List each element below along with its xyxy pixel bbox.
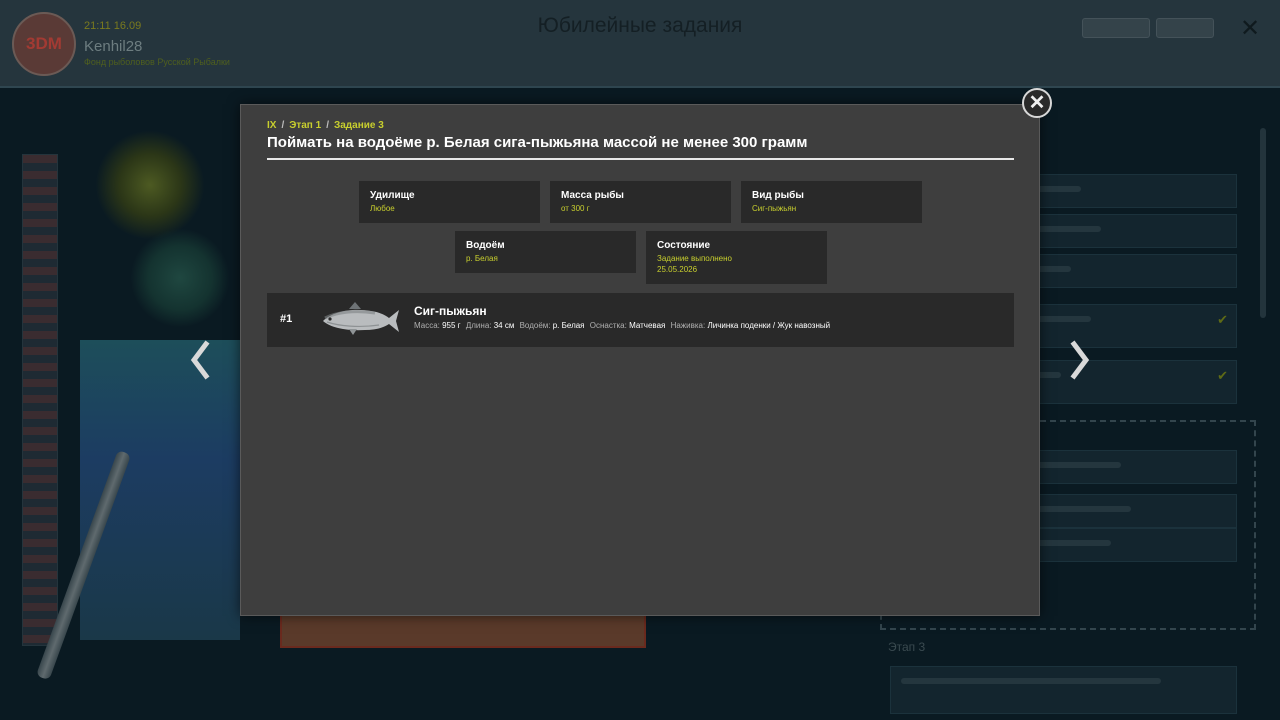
- breadcrumb-separator: /: [281, 120, 285, 131]
- status-label: Состояние: [657, 240, 711, 251]
- breadcrumb-item[interactable]: Задание 3: [334, 120, 384, 131]
- check-icon: ✔: [1217, 368, 1228, 383]
- firework-decoration: [95, 130, 205, 240]
- chevron-right-icon: [1070, 340, 1090, 380]
- water-value: р. Белая: [552, 321, 585, 330]
- close-icon: ✕: [1028, 92, 1046, 114]
- water-info-box: Водоём р. Белая: [455, 231, 636, 273]
- fish-mass-label: Масса рыбы: [561, 190, 624, 201]
- mass-value: 955 г: [442, 321, 461, 330]
- background-scrollbar: [1260, 128, 1266, 318]
- breadcrumb-item[interactable]: IX: [267, 120, 276, 131]
- background-top-bar: 3DM 21:11 16.09 Kenhil28 Фонд рыболовов …: [0, 0, 1280, 88]
- divider: [267, 158, 1014, 160]
- length-label: Длина:: [465, 321, 492, 330]
- list-item: [890, 666, 1237, 714]
- stage-label: Этап 3: [888, 640, 926, 654]
- username: Kenhil28: [84, 38, 143, 55]
- bait-value: Личинка поденки / Жук навозный: [707, 321, 831, 330]
- rod-value: Любое: [370, 204, 395, 213]
- background-banner: [22, 154, 58, 646]
- previous-task-button[interactable]: [186, 338, 216, 382]
- fish-type-label: Вид рыбы: [752, 190, 804, 201]
- user-subtitle: Фонд рыболовов Русской Рыбалки: [84, 57, 230, 67]
- status-value: Задание выполнено: [657, 254, 732, 263]
- fish-mass-value: от 300 г: [561, 204, 590, 213]
- rod-info-box: Удилище Любое: [359, 181, 540, 223]
- next-task-button[interactable]: [1064, 338, 1094, 382]
- status-info-box: Состояние Задание выполнено 25.05.2026: [646, 231, 827, 284]
- water-value: р. Белая: [466, 254, 498, 263]
- fish-mass-info-box: Масса рыбы от 300 г: [550, 181, 731, 223]
- fish-type-info-box: Вид рыбы Сиг-пыжьян: [741, 181, 922, 223]
- catch-record-row[interactable]: #1 Сиг-пыжьян Масса: 955 г Длина: 34 см …: [267, 293, 1014, 347]
- breadcrumb: IX / Этап 1 / Задание 3: [267, 120, 384, 131]
- catch-rank: #1: [280, 313, 293, 325]
- rod-label: Удилище: [370, 190, 415, 201]
- length-value: 34 см: [493, 321, 515, 330]
- tackle-value: Матчевая: [629, 321, 666, 330]
- gold-badge: [1156, 18, 1214, 38]
- chevron-left-icon: [190, 340, 210, 380]
- breadcrumb-separator: /: [326, 120, 329, 131]
- catch-fish-name: Сиг-пыжьян: [414, 304, 487, 318]
- window-close-icon: ✕: [1240, 15, 1261, 42]
- currency-badge: [1082, 18, 1150, 38]
- fish-image: [319, 299, 401, 344]
- bait-label: Наживка:: [670, 321, 706, 330]
- mass-label: Масса:: [414, 321, 440, 330]
- check-icon: ✔: [1217, 312, 1228, 327]
- task-detail-modal: IX / Этап 1 / Задание 3 Поймать на водоёме р…: [240, 104, 1040, 616]
- close-button[interactable]: ✕: [1022, 88, 1052, 118]
- status-date: 25.05.2026: [657, 265, 698, 274]
- tackle-label: Оснастка:: [589, 321, 627, 330]
- breadcrumb-item[interactable]: Этап 1: [289, 120, 321, 131]
- water-label: Водоём: [466, 240, 505, 251]
- task-title: Поймать на водоёме р. Белая сига-пыжьяна…: [267, 134, 808, 151]
- water-label: Водоём:: [519, 321, 551, 330]
- firework-decoration: [130, 228, 230, 328]
- fish-type-value: Сиг-пыжьян: [752, 204, 797, 213]
- catch-details: Масса: 955 г Длина: 34 см Водоём: р. Бел…: [414, 321, 833, 330]
